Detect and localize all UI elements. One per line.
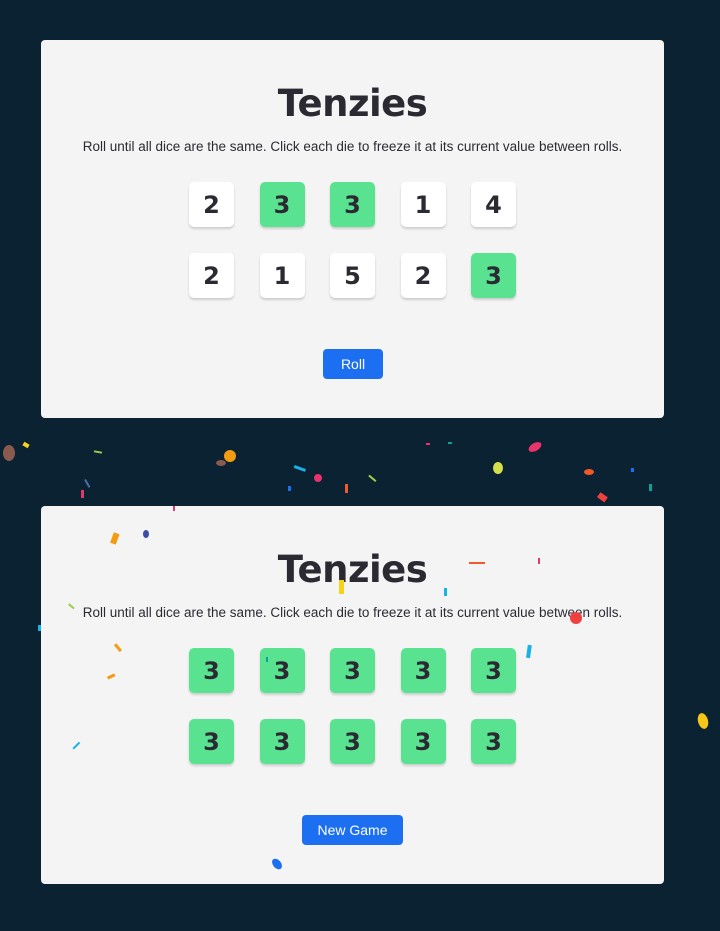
confetti-piece xyxy=(288,486,291,491)
die[interactable]: 3 xyxy=(259,648,305,693)
confetti-piece xyxy=(448,442,452,444)
die[interactable]: 3 xyxy=(471,648,516,693)
confetti-piece xyxy=(81,490,84,498)
confetti-piece xyxy=(314,474,322,482)
confetti-piece xyxy=(293,465,306,472)
game-title: Tenzies xyxy=(277,82,428,125)
confetti-piece xyxy=(426,443,430,445)
die[interactable]: 1 xyxy=(259,253,305,298)
app-stage: Tenzies Roll until all dice are the same… xyxy=(0,0,720,931)
confetti-piece xyxy=(584,469,594,475)
die[interactable]: 3 xyxy=(259,182,305,227)
die[interactable]: 2 xyxy=(400,253,446,298)
die[interactable]: 4 xyxy=(471,182,516,227)
confetti-piece xyxy=(631,468,634,472)
die[interactable]: 1 xyxy=(400,182,446,227)
die[interactable]: 3 xyxy=(189,648,234,693)
confetti-piece xyxy=(93,450,103,454)
confetti-piece xyxy=(22,441,30,449)
die[interactable]: 3 xyxy=(259,719,305,764)
die[interactable]: 3 xyxy=(400,719,446,764)
game-instructions: Roll until all dice are the same. Click … xyxy=(82,605,623,620)
confetti-piece xyxy=(84,479,91,488)
die[interactable]: 2 xyxy=(189,182,234,227)
die[interactable]: 5 xyxy=(330,253,375,298)
confetti-piece xyxy=(224,450,236,462)
die[interactable]: 3 xyxy=(330,182,375,227)
game-panel-won: Tenzies Roll until all dice are the same… xyxy=(41,506,664,884)
die[interactable]: 3 xyxy=(471,253,516,298)
game-title: Tenzies xyxy=(277,548,428,591)
confetti-piece xyxy=(697,713,709,729)
die[interactable]: 3 xyxy=(330,719,375,764)
die[interactable]: 3 xyxy=(400,648,446,693)
confetti-piece xyxy=(649,484,652,491)
dice-grid: 2 3 3 1 4 2 1 5 2 3 xyxy=(189,182,517,298)
die[interactable]: 3 xyxy=(330,648,375,693)
confetti-piece xyxy=(216,460,226,466)
confetti-piece xyxy=(597,492,608,503)
die[interactable]: 2 xyxy=(189,253,234,298)
game-instructions: Roll until all dice are the same. Click … xyxy=(82,139,623,154)
new-game-button[interactable]: New Game xyxy=(302,815,403,845)
confetti-piece xyxy=(493,462,503,474)
die[interactable]: 3 xyxy=(471,719,516,764)
die[interactable]: 3 xyxy=(189,719,234,764)
roll-button[interactable]: Roll xyxy=(323,349,383,379)
confetti-piece xyxy=(368,474,377,482)
game-panel-in-progress: Tenzies Roll until all dice are the same… xyxy=(41,40,664,418)
confetti-piece xyxy=(528,442,542,452)
confetti-piece xyxy=(3,445,15,461)
confetti-piece xyxy=(345,484,348,493)
dice-grid: 3 3 3 3 3 3 3 3 3 3 xyxy=(189,648,517,764)
